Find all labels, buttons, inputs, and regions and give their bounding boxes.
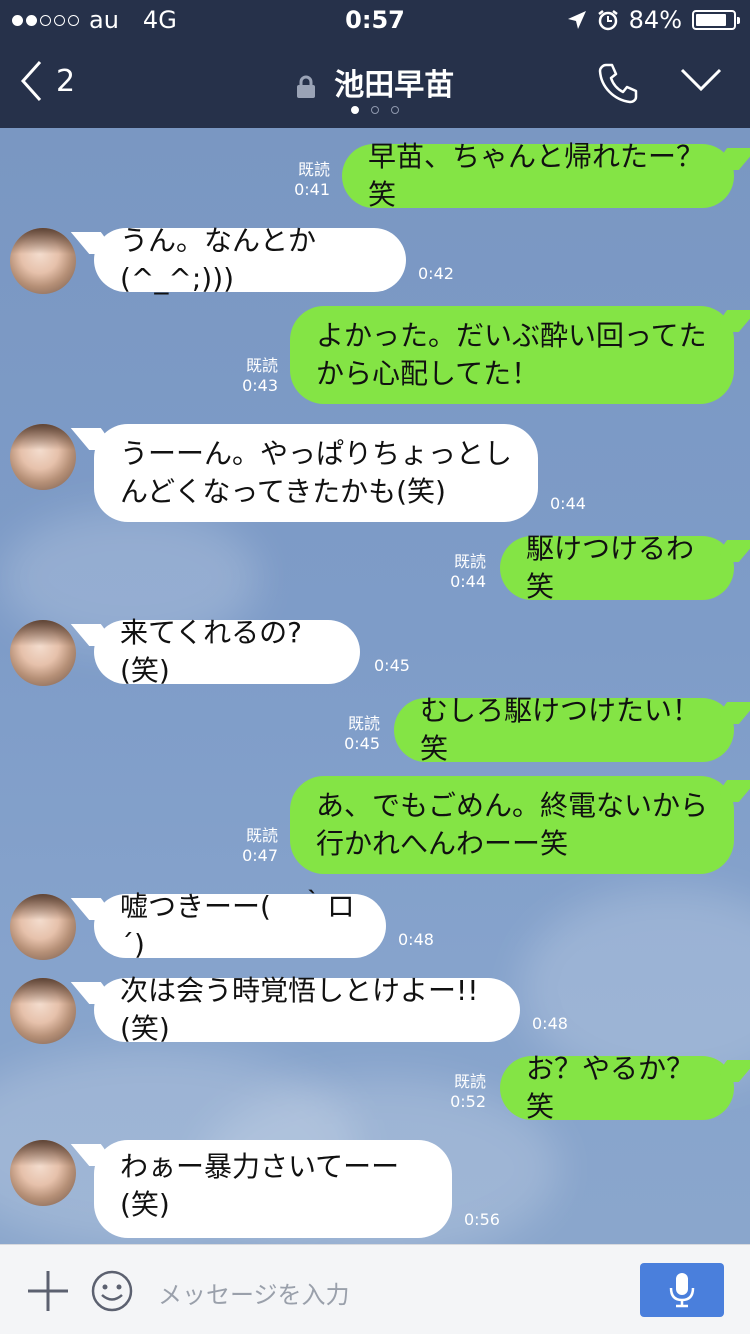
message-text: うん。なんとか(^_^;))) xyxy=(120,224,317,295)
read-receipt: 既読 xyxy=(453,552,486,571)
avatar[interactable] xyxy=(10,1140,76,1206)
read-receipt: 既読 xyxy=(453,1072,486,1091)
message-time: 0:45 xyxy=(344,734,380,753)
chat-log[interactable]: 既読 0:41 早苗、ちゃんと帰れたー？笑 うん。なんとか(^_^;))) 0:… xyxy=(0,128,750,1244)
message-text: お？やるか？笑 xyxy=(526,1052,695,1123)
voice-button[interactable] xyxy=(640,1263,724,1317)
message-bubble-sent[interactable]: 駆けつけるわ笑 xyxy=(500,532,734,603)
message-bubble-sent[interactable]: お？やるか？笑 xyxy=(500,1052,734,1123)
avatar[interactable] xyxy=(10,228,76,294)
message-text: 嘘つきーー( ｀ロ´) xyxy=(120,890,355,961)
chevron-down-icon[interactable] xyxy=(680,68,722,92)
avatar[interactable] xyxy=(10,894,76,960)
avatar[interactable] xyxy=(10,424,76,490)
message-bubble-received[interactable]: 来てくれるの?(笑) xyxy=(94,616,360,687)
message-meta: 既読 0:52 xyxy=(426,1072,486,1112)
message-time: 0:48 xyxy=(398,930,434,949)
message-meta: 既読 0:43 xyxy=(218,356,278,396)
message-input-bar: メッセージを入力 xyxy=(0,1244,750,1334)
read-receipt: 既読 xyxy=(347,714,380,733)
message-bubble-sent[interactable]: よかった。だいぶ酔い回ってたから心配してた！ xyxy=(290,306,734,404)
battery-icon xyxy=(692,10,740,30)
message-time: 0:48 xyxy=(532,1014,568,1033)
message-time: 0:45 xyxy=(374,656,410,675)
read-receipt: 既読 xyxy=(245,356,278,375)
message-bubble-sent[interactable]: むしろ駆けつけたい！笑 xyxy=(394,694,734,765)
message-text: あ、でもごめん。終電ないから行かれへんわーー笑 xyxy=(316,789,709,860)
message-text: うーーん。やっぱりちょっとしんどくなってきたかも(笑) xyxy=(120,437,513,508)
emoji-icon[interactable] xyxy=(90,1269,134,1313)
message-bubble-sent[interactable]: 早苗、ちゃんと帰れたー？笑 xyxy=(342,140,734,211)
message-bubble-received[interactable]: 嘘つきーー( ｀ロ´) xyxy=(94,890,386,961)
message-meta: 既読 0:47 xyxy=(218,826,278,866)
message-text: よかった。だいぶ酔い回ってたから心配してた！ xyxy=(316,319,707,390)
message-text: 駆けつけるわ笑 xyxy=(526,532,695,603)
read-receipt: 既読 xyxy=(245,826,278,845)
message-bubble-received[interactable]: 次は会う時覚悟しとけよー!!(笑) xyxy=(94,974,520,1045)
message-time: 0:44 xyxy=(450,572,486,591)
message-time: 0:41 xyxy=(294,180,330,199)
microphone-icon xyxy=(669,1273,695,1308)
message-text: わぁー暴力さいてーー(笑) xyxy=(120,1150,400,1221)
plus-icon[interactable] xyxy=(26,1269,70,1313)
lock-icon xyxy=(296,75,315,98)
phone-icon[interactable] xyxy=(598,62,638,104)
read-receipt: 既読 xyxy=(297,160,330,179)
status-right: 84% xyxy=(567,6,740,34)
message-bubble-received[interactable]: うん。なんとか(^_^;))) xyxy=(94,224,406,295)
status-bar: au 4G 0:57 84% xyxy=(0,0,750,40)
message-bubble-received[interactable]: うーーん。やっぱりちょっとしんどくなってきたかも(笑) xyxy=(94,424,538,522)
avatar[interactable] xyxy=(10,620,76,686)
message-text: 次は会う時覚悟しとけよー!!(笑) xyxy=(120,974,479,1045)
message-time: 0:52 xyxy=(450,1092,486,1111)
page-dot xyxy=(391,106,399,114)
message-time: 0:42 xyxy=(418,264,454,283)
alarm-icon xyxy=(597,10,618,31)
page-indicator xyxy=(0,106,750,114)
message-text: むしろ駆けつけたい！笑 xyxy=(420,694,701,765)
message-bubble-sent[interactable]: あ、でもごめん。終電ないから行かれへんわーー笑 xyxy=(290,776,734,874)
message-time: 0:43 xyxy=(242,376,278,395)
chat-header: 2 池田早苗 xyxy=(0,40,750,128)
page-dot xyxy=(371,106,379,114)
message-time: 0:47 xyxy=(242,846,278,865)
message-time: 0:44 xyxy=(550,494,586,513)
message-meta: 既読 0:41 xyxy=(270,160,330,200)
message-time: 0:56 xyxy=(464,1210,500,1229)
message-bubble-received[interactable]: わぁー暴力さいてーー(笑) xyxy=(94,1140,452,1238)
message-input[interactable]: メッセージを入力 xyxy=(158,1275,350,1310)
contact-name: 池田早苗 xyxy=(334,68,455,103)
battery-percent: 84% xyxy=(628,6,682,34)
message-text: 早苗、ちゃんと帰れたー？笑 xyxy=(368,140,705,211)
location-arrow-icon xyxy=(567,11,586,29)
avatar[interactable] xyxy=(10,978,76,1044)
message-meta: 既読 0:44 xyxy=(426,552,486,592)
message-meta: 既読 0:45 xyxy=(320,714,380,754)
message-text: 来てくれるの?(笑) xyxy=(120,616,303,687)
page-dot xyxy=(351,106,359,114)
